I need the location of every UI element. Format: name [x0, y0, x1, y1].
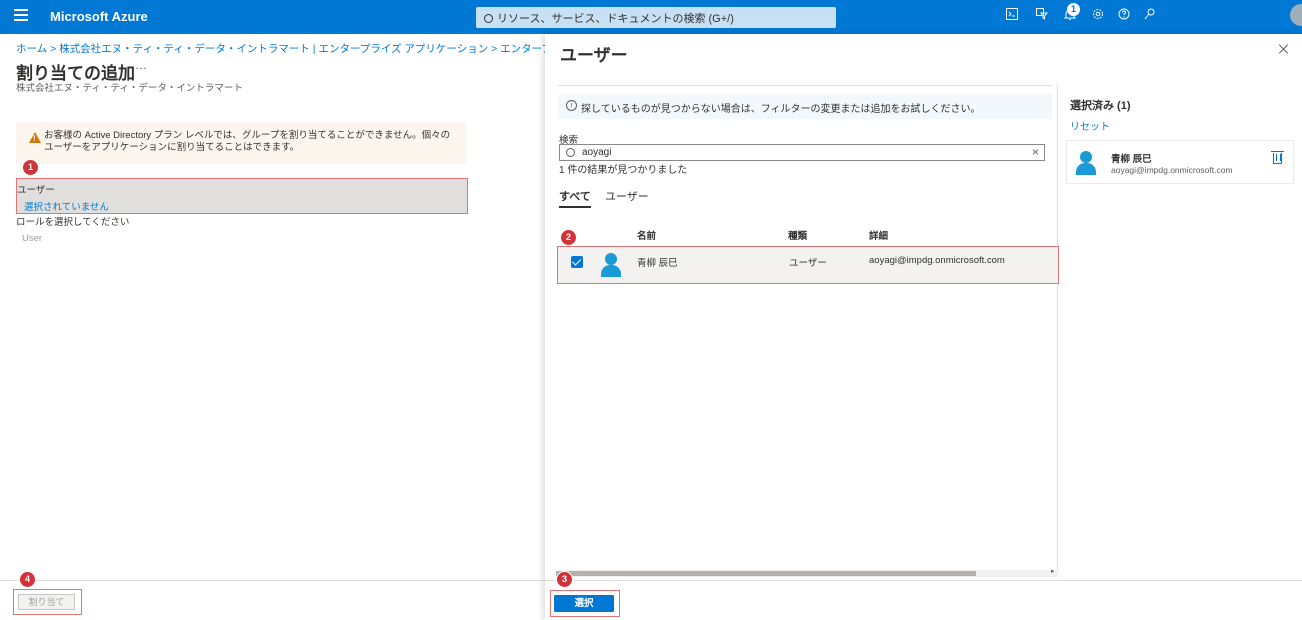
- search-icon: [484, 14, 493, 23]
- breadcrumb[interactable]: ホーム > 株式会社エヌ・ティ・ティ・データ・イントラマート | エンタープライ…: [16, 41, 546, 56]
- info-banner: i 探しているものが見つからない場合は、フィルターの変更または追加をお試しくださ…: [558, 94, 1052, 119]
- page-subtitle: 株式会社エヌ・ティ・ティ・データ・イントラマート: [16, 83, 243, 94]
- step-badge-3: 3: [557, 572, 572, 587]
- role-label: ロールを選択してください: [16, 217, 130, 228]
- select-button-highlight: 選択: [550, 590, 620, 617]
- bell-icon[interactable]: 1: [1062, 3, 1080, 24]
- selected-user-name: 青柳 辰巳: [1111, 154, 1152, 165]
- scroll-right-icon[interactable]: ▸: [1051, 567, 1055, 575]
- selected-user-email: aoyagi@impdg.onmicrosoft.com: [1111, 165, 1233, 175]
- step-badge-2: 2: [561, 230, 576, 245]
- clear-icon[interactable]: ×: [1032, 145, 1039, 159]
- column-header-type[interactable]: 種類: [788, 228, 807, 242]
- user-icon: [600, 253, 622, 277]
- trash-icon[interactable]: [1271, 151, 1284, 164]
- cloud-shell-icon[interactable]: [1004, 8, 1020, 24]
- notification-badge: 1: [1067, 3, 1080, 16]
- role-value-link[interactable]: User: [22, 233, 42, 244]
- search-icon: [566, 148, 575, 157]
- row-name: 青柳 辰巳: [637, 258, 678, 269]
- warning-banner: お客様の Active Directory プラン レベルでは、グループを割り当…: [16, 122, 466, 164]
- divider: [1057, 85, 1058, 570]
- select-button[interactable]: 選択: [554, 595, 614, 612]
- blade-title: ユーザー: [560, 46, 628, 65]
- result-count: 1 件の結果が見つかりました: [559, 165, 688, 176]
- assign-button[interactable]: 割り当て: [18, 594, 75, 610]
- blade-footer: [545, 580, 1302, 620]
- users-label: ユーザー: [17, 185, 55, 196]
- brand-title[interactable]: Microsoft Azure: [50, 9, 148, 24]
- warning-icon: [29, 132, 41, 145]
- step-badge-4: 4: [20, 572, 35, 587]
- info-text: 探しているものが見つからない場合は、フィルターの変更または追加をお試しください。: [581, 104, 981, 115]
- tab-users[interactable]: ユーザー: [605, 188, 649, 206]
- warning-text: お客様の Active Directory プラン レベルでは、グループを割り当…: [44, 130, 451, 153]
- directory-filter-icon[interactable]: [1034, 8, 1050, 24]
- search-input[interactable]: aoyagi ×: [559, 144, 1045, 161]
- row-detail: aoyagi@impdg.onmicrosoft.com: [869, 255, 1005, 266]
- gear-icon[interactable]: [1090, 8, 1106, 24]
- top-bar: Microsoft Azure リソース、サービス、ドキュメントの検索 (G+/…: [0, 0, 1302, 34]
- users-blade: ユーザー i 探しているものが見つからない場合は、フィルターの変更または追加をお…: [545, 34, 1302, 620]
- info-icon: i: [566, 100, 577, 111]
- column-header-name[interactable]: 名前: [637, 228, 656, 242]
- avatar[interactable]: [1290, 4, 1302, 26]
- column-header-detail[interactable]: 詳細: [869, 228, 888, 242]
- users-selector[interactable]: ユーザー 選択されていません: [16, 178, 468, 214]
- selected-user-card: 青柳 辰巳 aoyagi@impdg.onmicrosoft.com: [1066, 140, 1294, 184]
- assign-button-highlight: 割り当て: [13, 589, 82, 615]
- selected-title: 選択済み (1): [1070, 100, 1131, 112]
- help-icon[interactable]: [1116, 8, 1132, 24]
- divider: [558, 85, 1052, 86]
- search-value: aoyagi: [582, 147, 612, 158]
- close-icon[interactable]: [1278, 43, 1290, 55]
- step-badge-1: 1: [23, 160, 38, 175]
- users-value-link[interactable]: 選択されていません: [24, 199, 109, 213]
- scrollbar-thumb[interactable]: [556, 571, 976, 576]
- row-checkbox[interactable]: [571, 256, 583, 268]
- global-search-input[interactable]: リソース、サービス、ドキュメントの検索 (G+/): [476, 7, 836, 28]
- more-options-icon[interactable]: …: [135, 58, 147, 72]
- menu-icon[interactable]: [14, 9, 28, 23]
- table-row[interactable]: 青柳 辰巳 ユーザー aoyagi@impdg.onmicrosoft.com: [557, 246, 1059, 284]
- row-type: ユーザー: [789, 258, 827, 269]
- tab-all[interactable]: すべて: [559, 188, 591, 208]
- user-icon: [1075, 151, 1097, 175]
- horizontal-scrollbar[interactable]: ▸: [556, 567, 1058, 577]
- feedback-icon[interactable]: [1142, 8, 1158, 24]
- global-search-placeholder: リソース、サービス、ドキュメントの検索 (G+/): [497, 13, 734, 25]
- reset-link[interactable]: リセット: [1070, 118, 1110, 133]
